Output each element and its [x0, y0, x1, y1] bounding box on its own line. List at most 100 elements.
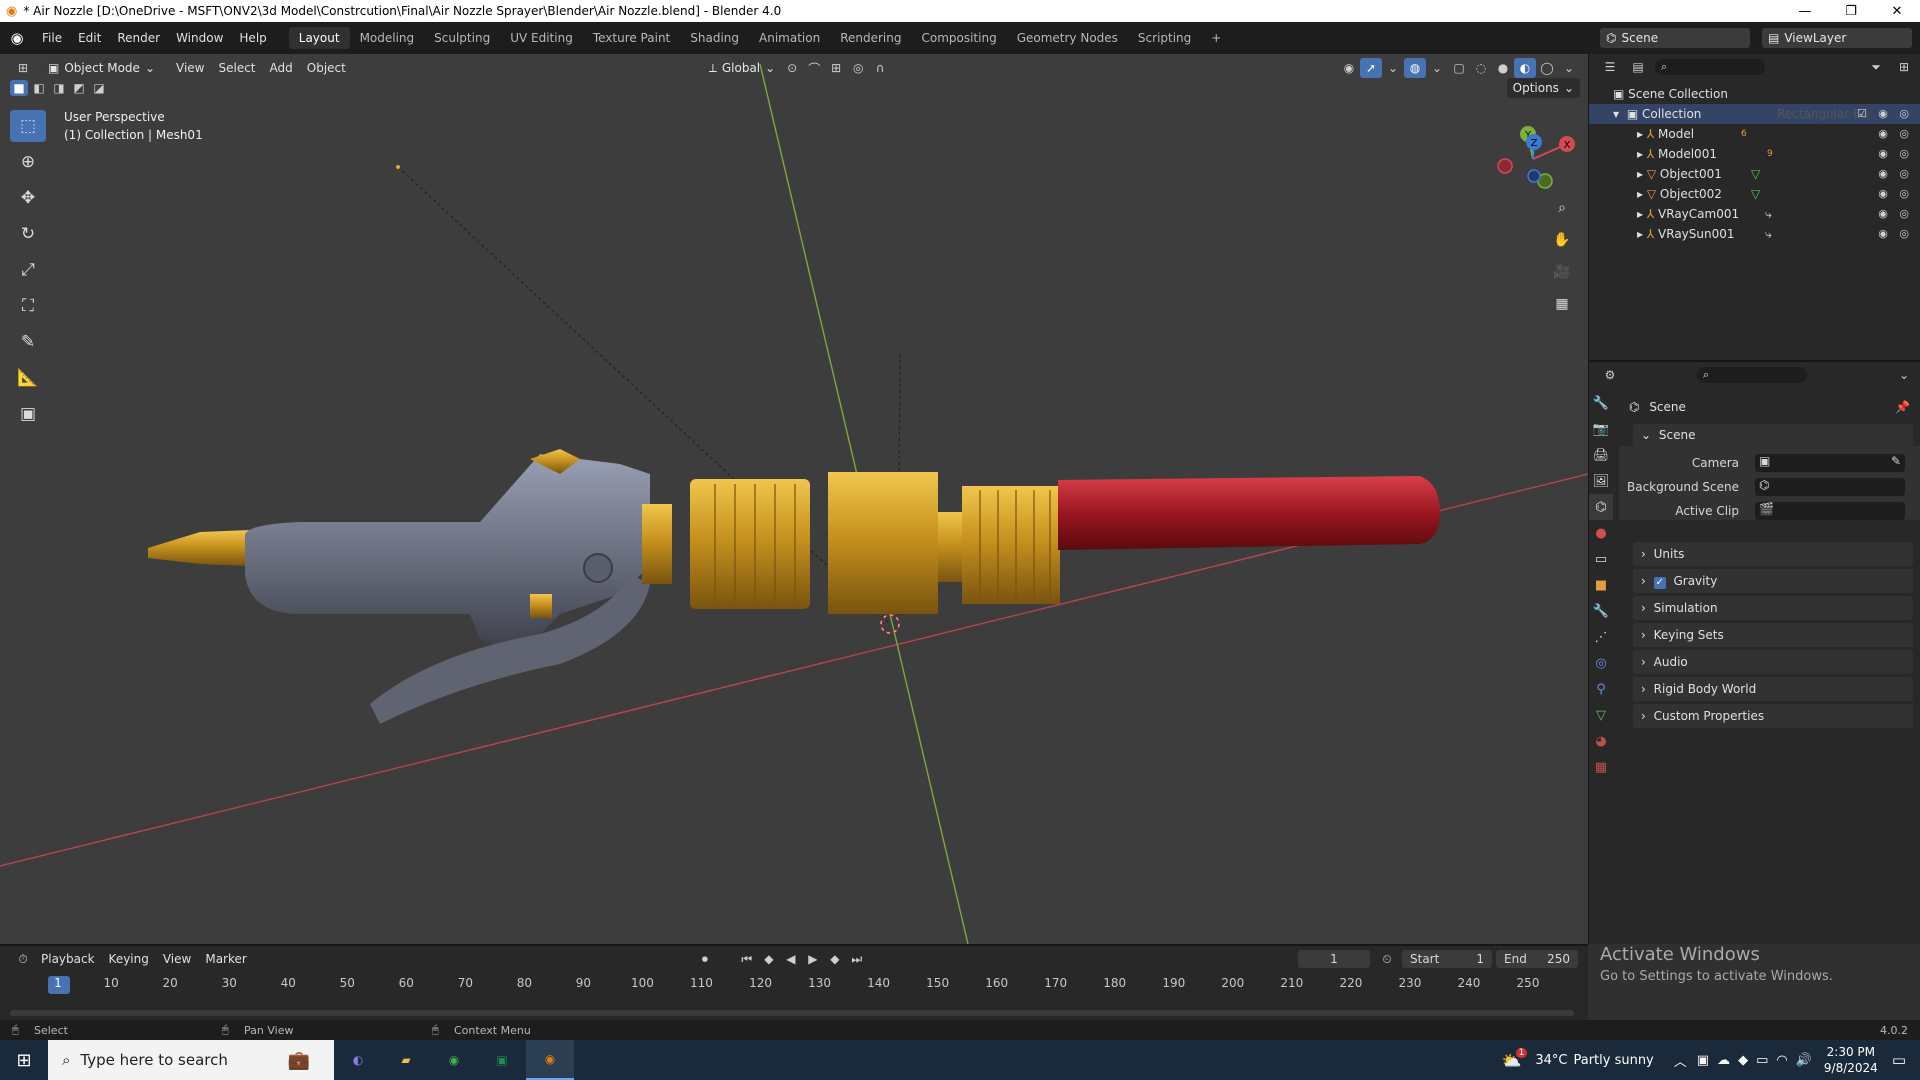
annotate-tool-icon[interactable]: ✎: [10, 326, 46, 358]
options-button[interactable]: Options ⌄: [1506, 78, 1580, 98]
scene-tab-icon[interactable]: ⌬: [1589, 494, 1613, 520]
menu-render[interactable]: Render: [109, 27, 168, 49]
constraints-tab-icon[interactable]: ⚲: [1589, 676, 1613, 702]
tree-scene-collection[interactable]: ▣ Scene Collection: [1589, 84, 1920, 104]
collapse-icon[interactable]: ▾: [1613, 107, 1619, 121]
expand-icon[interactable]: ▸: [1637, 167, 1643, 181]
mode-dropdown[interactable]: ▣ Object Mode ⌄: [42, 58, 161, 78]
panel-gravity[interactable]: › ✓ Gravity: [1633, 569, 1913, 593]
vp-menu-object[interactable]: Object: [300, 61, 353, 75]
tl-menu-marker[interactable]: Marker: [198, 952, 253, 966]
select-subtract-icon[interactable]: ◨: [50, 80, 68, 96]
display-mode-icon[interactable]: ▤: [1627, 57, 1649, 77]
tl-menu-keying[interactable]: Keying: [102, 952, 156, 966]
clock[interactable]: 2:30 PM 9/8/2024: [1824, 1044, 1878, 1076]
proportional-edit-icon[interactable]: ◎: [847, 58, 869, 78]
tab-shading[interactable]: Shading: [680, 27, 749, 49]
tab-texture-paint[interactable]: Texture Paint: [583, 27, 680, 49]
visibility-icon[interactable]: ◉: [1338, 58, 1360, 78]
display-icon[interactable]: ▭: [1756, 1053, 1768, 1068]
eyedropper-icon[interactable]: ✎: [1891, 454, 1901, 468]
expand-icon[interactable]: ▸: [1637, 127, 1643, 141]
tab-modeling[interactable]: Modeling: [350, 27, 425, 49]
start-field[interactable]: Start 1: [1402, 950, 1492, 968]
solid-shading-icon[interactable]: ●: [1492, 58, 1514, 78]
background-scene-field[interactable]: ⌬: [1755, 478, 1905, 496]
visibility-icons[interactable]: ◉ ◎: [1878, 204, 1913, 224]
panel-simulation[interactable]: › Simulation: [1633, 596, 1913, 620]
falloff-icon[interactable]: ∩: [869, 58, 891, 78]
vp-menu-select[interactable]: Select: [211, 61, 262, 75]
menu-help[interactable]: Help: [231, 27, 274, 49]
end-field[interactable]: End 250: [1496, 950, 1578, 968]
tab-sculpting[interactable]: Sculpting: [424, 27, 500, 49]
rotate-tool-icon[interactable]: ↻: [10, 218, 46, 250]
physics-tab-icon[interactable]: ◎: [1589, 650, 1613, 676]
properties-editor-icon[interactable]: ⚙: [1599, 365, 1621, 385]
visibility-icons[interactable]: ☑ ◉ ◎: [1857, 104, 1913, 124]
expand-icon[interactable]: ▸: [1637, 147, 1643, 161]
overlay-toggle-icon[interactable]: ◍: [1404, 58, 1426, 78]
record-icon[interactable]: ⏺: [694, 949, 716, 969]
expand-icon[interactable]: ▸: [1637, 207, 1643, 221]
data-tab-icon[interactable]: ▽: [1589, 702, 1613, 728]
pan-hand-icon[interactable]: ✋: [1548, 226, 1576, 254]
shading-dropdown-icon[interactable]: ⌄: [1558, 58, 1580, 78]
visibility-icons[interactable]: ◉ ◎: [1878, 144, 1913, 164]
chrome-app-icon[interactable]: ◉: [430, 1040, 478, 1080]
outliner-editor-icon[interactable]: ☰: [1599, 57, 1621, 77]
blender-app-icon[interactable]: ◉: [526, 1040, 574, 1080]
volume-icon[interactable]: 🔊: [1796, 1053, 1812, 1068]
tree-item-vraycam001[interactable]: ▸ ⅄ VRayCam001 ⤷ ◉ ◎: [1589, 204, 1920, 224]
properties-search-input[interactable]: ⌕: [1697, 367, 1807, 383]
measure-tool-icon[interactable]: 📐: [10, 362, 46, 394]
panel-rigid-body-world[interactable]: › Rigid Body World: [1633, 677, 1913, 701]
select-extend-icon[interactable]: ◧: [30, 80, 48, 96]
panel-keying-sets[interactable]: › Keying Sets: [1633, 623, 1913, 647]
timeline-editor-icon[interactable]: ⏱: [12, 949, 34, 969]
blender-menu-icon[interactable]: ◉: [0, 29, 34, 47]
clock-icon[interactable]: ⏲: [1376, 949, 1398, 969]
close-button[interactable]: ✕: [1874, 4, 1920, 19]
vp-menu-view[interactable]: View: [169, 61, 211, 75]
tab-geometry-nodes[interactable]: Geometry Nodes: [1007, 27, 1128, 49]
chevron-down-icon[interactable]: ⌄: [1893, 365, 1915, 385]
menu-file[interactable]: File: [34, 27, 70, 49]
select-intersect-icon[interactable]: ◪: [90, 80, 108, 96]
prev-keyframe-icon[interactable]: ◆: [758, 949, 780, 969]
taskbar-search-input[interactable]: ⌕ Type here to search 💼: [48, 1040, 334, 1080]
tree-item-object002[interactable]: ▸ ▽ Object002 ▽ ◉ ◎: [1589, 184, 1920, 204]
tree-item-model[interactable]: ▸ ⅄ Model 6 ◉ ◎: [1589, 124, 1920, 144]
jump-end-icon[interactable]: ⏭: [846, 949, 868, 969]
tree-item-model001[interactable]: ▸ ⅄ Model001 9 ◉ ◎: [1589, 144, 1920, 164]
world-tab-icon[interactable]: ●: [1589, 520, 1613, 546]
zoom-icon[interactable]: ⌕: [1548, 194, 1576, 222]
modifier-tab-icon[interactable]: 🔧: [1589, 598, 1613, 624]
scale-tool-icon[interactable]: ⤢: [10, 254, 46, 286]
tl-menu-view[interactable]: View: [156, 952, 198, 966]
dropbox-icon[interactable]: ◆: [1738, 1053, 1748, 1068]
tree-item-object001[interactable]: ▸ ▽ Object001 ▽ ◉ ◎: [1589, 164, 1920, 184]
weather-text[interactable]: Partly sunny: [1573, 1053, 1653, 1068]
particles-tab-icon[interactable]: ⋰: [1589, 624, 1613, 650]
tree-item-vraysun001[interactable]: ▸ ⅄ VRaySun001 ⤷ ◉ ◎: [1589, 224, 1920, 244]
view-layer-tab-icon[interactable]: 🖼: [1589, 468, 1613, 494]
transform-tool-icon[interactable]: ⛶: [10, 290, 46, 322]
scene-selector[interactable]: ⌬ Scene: [1600, 28, 1750, 48]
gizmo-toggle-icon[interactable]: ➚: [1360, 58, 1382, 78]
select-invert-icon[interactable]: ◩: [70, 80, 88, 96]
vp-menu-add[interactable]: Add: [263, 61, 300, 75]
panel-units[interactable]: › Units: [1633, 542, 1913, 566]
navigation-gizmo[interactable]: Y X Z: [1490, 114, 1580, 204]
pin-icon[interactable]: 📌: [1895, 400, 1910, 414]
tab-layout[interactable]: Layout: [288, 27, 350, 49]
chevron-up-icon[interactable]: ︿: [1674, 1051, 1687, 1070]
camera-view-icon[interactable]: 🎥: [1548, 258, 1576, 286]
rendered-shading-icon[interactable]: ◯: [1536, 58, 1558, 78]
visibility-icons[interactable]: ◉ ◎: [1878, 184, 1913, 204]
menu-window[interactable]: Window: [168, 27, 231, 49]
material-shading-icon[interactable]: ◐: [1514, 58, 1536, 78]
onedrive-icon[interactable]: ☁: [1717, 1053, 1730, 1068]
editor-type-icon[interactable]: ⊞: [12, 58, 34, 78]
orientation-dropdown[interactable]: ⟂ Global ⌄: [703, 58, 781, 78]
